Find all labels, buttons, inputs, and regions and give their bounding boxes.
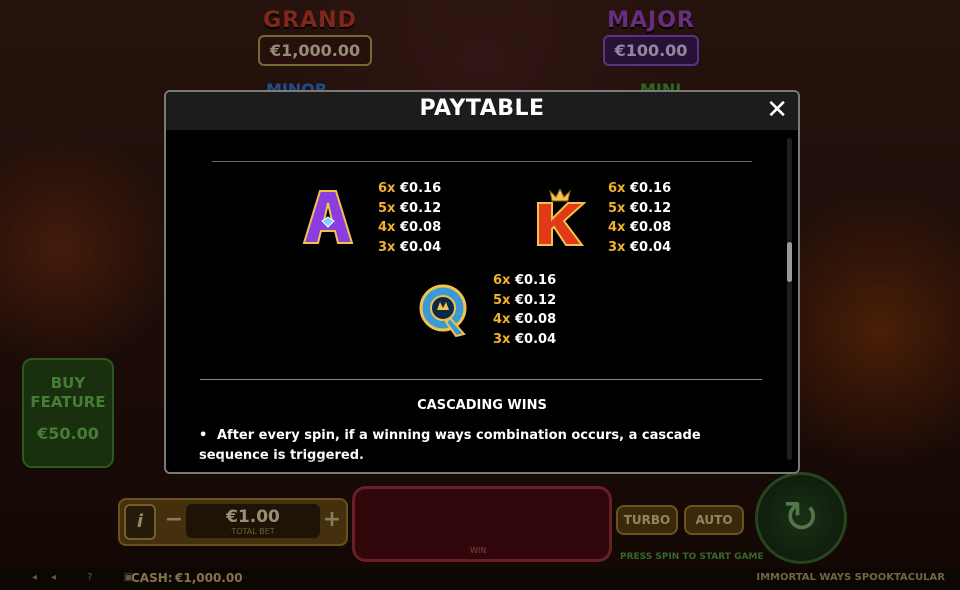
pay-row: 6x €0.16 [378,179,441,199]
pay-row: 5x €0.12 [493,291,556,311]
pay-multiplier: 5x [608,200,626,216]
symbol-a-icon [302,190,354,244]
pay-multiplier: 5x [378,200,396,216]
pay-multiplier: 3x [493,331,511,347]
pay-multiplier: 4x [608,220,626,235]
symbol-q-icon [419,284,467,338]
paytable-dialog: PAYTABLE ✕ 6x €0.16 5x €0.12 4x €0.08 3x €0.… [164,90,800,474]
pay-row: 3x €0.04 [378,238,441,258]
pay-row: 4x €0.08 [493,310,556,330]
pay-amount: €0.08 [400,220,442,235]
close-icon[interactable]: ✕ [766,95,788,125]
pay-multiplier: 3x [378,239,396,255]
dialog-header: PAYTABLE ✕ [166,92,798,130]
symbol-a-pays: 6x €0.16 5x €0.12 4x €0.08 3x €0.04 [378,179,441,257]
pay-amount: €0.12 [630,200,672,216]
pay-row: 4x €0.08 [378,218,441,238]
pay-amount: €0.12 [400,200,442,216]
pay-row: 4x €0.08 [608,218,671,238]
pay-amount: €0.12 [515,292,557,308]
pay-row: 5x €0.12 [378,199,441,219]
symbol-q-pays: 6x €0.16 5x €0.12 4x €0.08 3x €0.04 [493,271,556,349]
pay-multiplier: 6x [378,181,396,196]
divider-section [200,379,762,380]
bullet-marker: • [199,428,208,443]
pay-amount: €0.04 [630,239,672,255]
pay-row: 6x €0.16 [493,271,556,291]
pay-multiplier: 5x [493,292,511,308]
pay-amount: €0.16 [515,273,557,288]
symbol-k-pays: 6x €0.16 5x €0.12 4x €0.08 3x €0.04 [608,179,671,257]
pay-multiplier: 4x [493,312,511,327]
pay-amount: €0.08 [515,312,557,327]
dialog-title: PAYTABLE [419,96,545,121]
pay-row: 6x €0.16 [608,179,671,199]
scrollbar-track[interactable] [787,138,792,460]
symbol-k-icon [537,187,586,246]
divider-top [212,161,752,162]
pay-amount: €0.08 [630,220,672,235]
pay-multiplier: 4x [378,220,396,235]
pay-amount: €0.04 [400,239,442,255]
cascading-wins-title: CASCADING WINS [417,398,547,413]
scrollbar-thumb[interactable] [787,242,792,282]
pay-multiplier: 6x [608,181,626,196]
pay-amount: €0.16 [400,181,442,196]
pay-amount: €0.04 [515,331,557,347]
pay-row: 3x €0.04 [608,238,671,258]
pay-multiplier: 3x [608,239,626,255]
pay-amount: €0.16 [630,181,672,196]
scroll-fade [166,456,798,472]
pay-row: 5x €0.12 [608,199,671,219]
pay-multiplier: 6x [493,273,511,288]
pay-row: 3x €0.04 [493,330,556,350]
